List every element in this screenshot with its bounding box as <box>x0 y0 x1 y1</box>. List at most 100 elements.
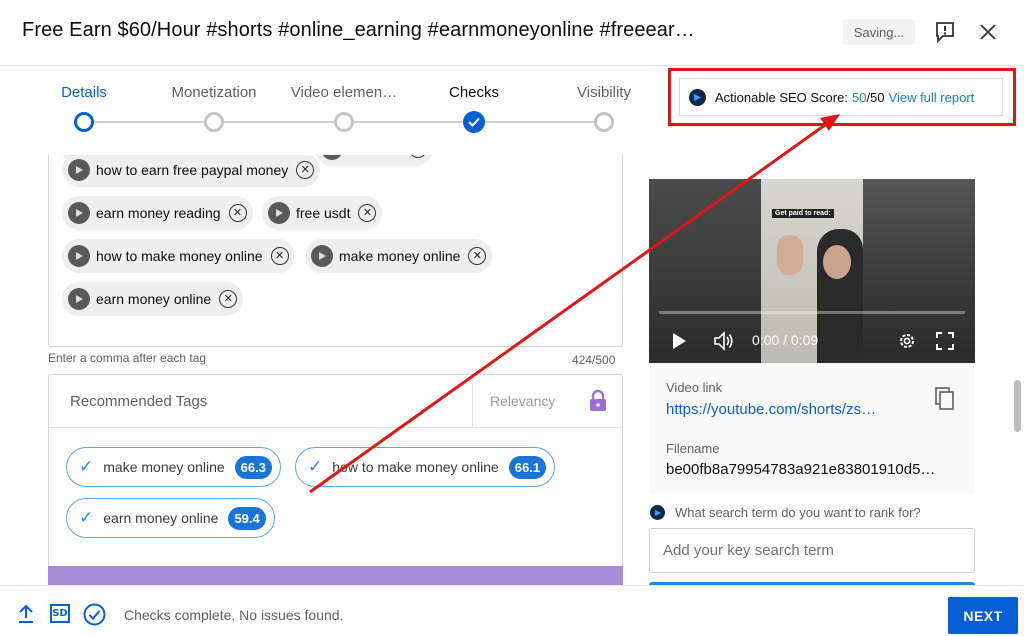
tag-logo-icon <box>68 159 90 181</box>
view-full-report-link[interactable]: View full report <box>889 90 975 105</box>
copy-icon[interactable] <box>935 387 955 411</box>
settings-gear-icon[interactable] <box>897 331 917 351</box>
tags-character-counter: 424/500 <box>572 353 616 367</box>
tag-logo-icon <box>311 245 333 267</box>
upload-stepper: Details Monetization Video elemen… Check… <box>0 66 650 154</box>
tag-chip: earn money online ✕ <box>62 282 244 316</box>
recommended-tag-score: 66.3 <box>234 455 272 479</box>
tag-chip-label: make money online <box>339 248 461 264</box>
lock-icon[interactable] <box>589 389 607 413</box>
filename-label: Filename <box>666 441 720 456</box>
feedback-icon <box>936 22 954 43</box>
video-time: 0:00 / 0:09 <box>752 332 819 348</box>
filename-value: be00fb8a79954783a921e83801910d5… <box>666 461 936 478</box>
video-info-panel: Video link https://youtube.com/shorts/zs… <box>649 363 975 493</box>
remove-tag-icon[interactable]: ✕ <box>358 204 377 222</box>
tags-helper-text: Enter a comma after each tag <box>48 351 207 365</box>
video-progress-bar[interactable] <box>659 311 965 314</box>
remove-tag-icon[interactable]: ✕ <box>468 247 487 265</box>
recommended-tags-header: Recommended Tags Relevancy <box>49 375 622 428</box>
check-icon: ✓ <box>79 457 94 476</box>
tag-chip: how to earn free paypal money ✕ <box>62 155 321 187</box>
seo-logo-icon <box>689 88 706 106</box>
step-monetization-dot[interactable] <box>204 112 224 132</box>
step-video-elements-dot[interactable] <box>334 112 354 132</box>
tag-logo-icon <box>68 202 90 224</box>
tag-chip-label: how to earn free paypal money <box>96 162 289 178</box>
remove-tag-icon[interactable]: ✕ <box>409 155 427 158</box>
tag-logo-icon <box>268 202 290 224</box>
remove-tag-icon[interactable]: ✕ <box>219 290 238 308</box>
recommended-tag-score: 59.4 <box>228 506 266 530</box>
sd-quality-icon[interactable]: SD <box>50 604 70 623</box>
tag-logo-icon <box>68 288 90 310</box>
relevancy-sort[interactable]: Relevancy <box>490 393 555 409</box>
step-checks-label[interactable]: Checks <box>449 84 499 101</box>
check-icon: ✓ <box>79 508 94 527</box>
step-checks-dot[interactable] <box>463 111 485 133</box>
tag-chip-label: free usdt <box>296 205 351 221</box>
seo-score-value: 50 <box>851 89 867 105</box>
seo-logo-icon <box>650 505 665 520</box>
seo-score-label: Actionable SEO Score: <box>715 89 848 105</box>
seo-score-highlight: Actionable SEO Score: 50 /50 View full r… <box>668 68 1016 126</box>
remove-tag-icon[interactable]: ✕ <box>228 204 247 222</box>
tag-chip-label: earn money reading <box>96 205 221 221</box>
checks-complete-icon[interactable] <box>83 603 106 626</box>
video-background <box>863 179 975 363</box>
seo-score-max: /50 <box>866 89 885 105</box>
recommended-tag-label: make money online <box>103 459 225 475</box>
step-details-label[interactable]: Details <box>61 84 107 101</box>
tag-logo-icon <box>321 155 343 160</box>
fullscreen-icon[interactable] <box>935 331 955 351</box>
tags-input-box[interactable]: ✕ ✕ how to earn free paypal money ✕ earn… <box>48 155 623 347</box>
video-preview[interactable]: Get paid to read: 0:00 / 0:09 <box>649 179 975 363</box>
tag-chip-label: how to make money online <box>96 248 263 264</box>
recommended-tag[interactable]: ✓ earn money online 59.4 <box>66 498 275 538</box>
close-icon <box>980 24 996 40</box>
close-button[interactable] <box>976 20 1000 44</box>
video-background <box>649 179 761 363</box>
tag-chip: how to make money online ✕ <box>62 239 295 273</box>
seo-score-panel: Actionable SEO Score: 50 /50 View full r… <box>679 78 1003 116</box>
tag-chip: make money online ✕ <box>305 239 493 273</box>
key-search-term-input[interactable] <box>649 528 975 573</box>
recommended-tag-score: 66.1 <box>508 455 547 479</box>
dialog-title: Free Earn $60/Hour #shorts #online_earni… <box>22 19 695 41</box>
recommended-tags-title: Recommended Tags <box>70 393 208 410</box>
checks-status-text: Checks complete. No issues found. <box>124 607 344 623</box>
remove-tag-icon[interactable]: ✕ <box>296 161 315 179</box>
step-video-elements-label[interactable]: Video elemen… <box>291 84 397 101</box>
checkmark-icon <box>468 117 480 127</box>
upgrade-banner[interactable] <box>48 566 623 585</box>
video-hand <box>777 235 803 275</box>
video-face <box>823 245 851 279</box>
dialog-header: Free Earn $60/Hour #shorts #online_earni… <box>0 0 1024 66</box>
tag-chip: free usdt ✕ <box>262 196 383 230</box>
header-divider <box>472 375 473 428</box>
search-term-question-text: What search term do you want to rank for… <box>675 505 921 520</box>
step-visibility-dot[interactable] <box>594 112 614 132</box>
tag-chip-label: earn money online <box>96 291 212 307</box>
remove-tag-icon[interactable]: ✕ <box>270 247 289 265</box>
feedback-button[interactable] <box>933 19 957 45</box>
search-term-question: What search term do you want to rank for… <box>650 505 921 520</box>
recommended-tag[interactable]: ✓ how to make money online 66.1 <box>295 447 556 487</box>
tag-chip: earn money reading ✕ <box>62 196 253 230</box>
tag-chip-partial: ✕ <box>315 155 433 166</box>
video-link-label: Video link <box>666 380 723 395</box>
tag-logo-icon <box>68 245 90 267</box>
step-visibility-label[interactable]: Visibility <box>577 84 631 101</box>
scrollbar-thumb[interactable] <box>1014 380 1021 432</box>
volume-icon[interactable] <box>713 331 735 351</box>
details-form: ✕ ✕ how to earn free paypal money ✕ earn… <box>0 155 640 585</box>
check-icon: ✓ <box>308 457 323 476</box>
play-icon[interactable] <box>671 332 687 350</box>
step-monetization-label[interactable]: Monetization <box>171 84 256 101</box>
recommended-tag[interactable]: ✓ make money online 66.3 <box>66 447 281 487</box>
next-button[interactable]: NEXT <box>948 597 1018 634</box>
upload-icon[interactable] <box>16 603 36 625</box>
dialog-footer: SD Checks complete. No issues found. NEX… <box>0 585 1024 636</box>
step-details-dot[interactable] <box>74 112 94 132</box>
video-link[interactable]: https://youtube.com/shorts/zs… <box>666 401 876 418</box>
